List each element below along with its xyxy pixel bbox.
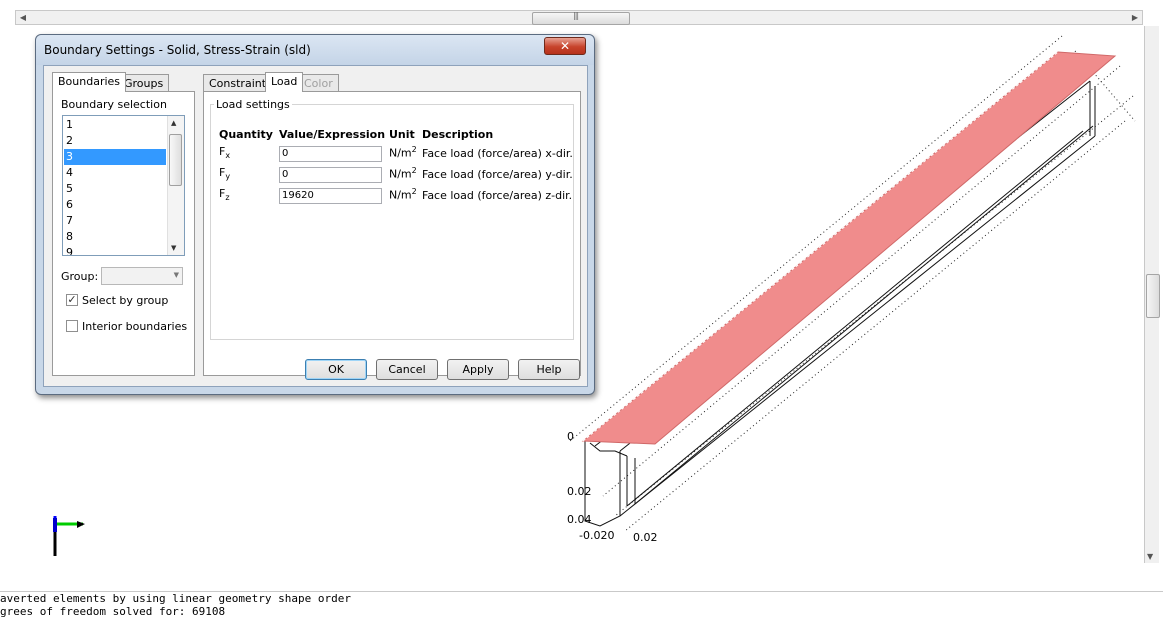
boundary-settings-dialog: Boundary Settings - Solid, Stress-Strain… <box>35 34 595 395</box>
axis-tick-label: 0.04 <box>567 513 592 526</box>
log-line: grees of freedom solved for: 69108 <box>0 605 226 618</box>
list-item[interactable]: 7 <box>64 213 166 229</box>
quantity-fx: Fx <box>219 145 231 161</box>
dialog-title: Boundary Settings - Solid, Stress-Strain… <box>44 43 311 57</box>
list-item-selected[interactable]: 3 <box>64 149 166 165</box>
header-quantity: Quantity <box>219 128 273 141</box>
fz-unit: N/m2 <box>389 187 417 202</box>
fy-value-input[interactable]: 0 <box>279 167 382 183</box>
scroll-down-icon[interactable]: ▼ <box>171 244 176 252</box>
boundary-selection-list[interactable]: 1 2 3 4 5 6 7 8 9 ▲ ▼ <box>62 115 185 256</box>
horizontal-scroll-thumb[interactable] <box>532 11 630 25</box>
header-unit: Unit <box>389 128 415 141</box>
group-label: Group: <box>61 270 99 283</box>
tab-load[interactable]: Load <box>265 72 304 92</box>
scroll-up-icon[interactable]: ▲ <box>171 119 176 127</box>
tab-color: Color <box>298 74 339 92</box>
fx-description: Face load (force/area) x-dir. <box>422 147 573 160</box>
fx-unit: N/m2 <box>389 145 417 160</box>
list-item[interactable]: 4 <box>64 165 166 181</box>
list-scroll-thumb[interactable] <box>169 134 182 186</box>
header-description: Description <box>422 128 494 141</box>
axis-tick-label: 0.02 <box>567 485 592 498</box>
apply-button[interactable]: Apply <box>447 359 509 380</box>
fy-description: Face load (force/area) y-dir. <box>422 168 573 181</box>
close-button[interactable]: ✕ <box>544 37 586 55</box>
boundaries-panel: Boundary selection 1 2 3 4 5 6 7 8 9 ▲ ▼… <box>52 91 195 376</box>
help-button[interactable]: Help <box>518 359 580 380</box>
group-dropdown[interactable]: ▼ <box>101 267 183 285</box>
log-line: averted elements by using linear geometr… <box>0 592 351 605</box>
list-item[interactable]: 8 <box>64 229 166 245</box>
axis-tick-label: -0.020 <box>579 529 615 542</box>
fz-description: Face load (force/area) z-dir. <box>422 189 573 202</box>
fz-value-input[interactable]: 19620 <box>279 188 382 204</box>
header-value: Value/Expression <box>279 128 386 141</box>
fx-value-input[interactable]: 0 <box>279 146 382 162</box>
scroll-down-icon[interactable]: ▼ <box>1147 552 1153 561</box>
ok-button[interactable]: OK <box>305 359 367 380</box>
cancel-button[interactable]: Cancel <box>376 359 438 380</box>
scroll-left-icon[interactable]: ◀ <box>16 11 30 24</box>
tab-boundaries[interactable]: Boundaries <box>52 72 127 92</box>
list-item[interactable]: 2 <box>64 133 166 149</box>
horizontal-scrollbar[interactable]: ◀ ▶ <box>15 10 1143 25</box>
list-item[interactable]: 6 <box>64 197 166 213</box>
log-panel: averted elements by using linear geometr… <box>0 591 1163 620</box>
axis-triad-icon <box>53 516 85 556</box>
dialog-body: Boundaries Groups Boundary selection 1 2… <box>43 65 588 387</box>
chevron-down-icon: ▼ <box>173 271 179 279</box>
list-scrollbar[interactable]: ▲ ▼ <box>167 116 184 255</box>
select-by-group-checkbox[interactable]: ✓ <box>66 294 78 306</box>
quantity-fy: Fy <box>219 166 231 182</box>
boundary-selection-label: Boundary selection <box>61 98 167 111</box>
tab-constraint[interactable]: Constraint <box>203 74 273 92</box>
list-item[interactable]: 1 <box>64 117 166 133</box>
close-icon: ✕ <box>559 39 571 53</box>
interior-boundaries-label: Interior boundaries <box>82 320 188 333</box>
interior-boundaries-checkbox[interactable] <box>66 320 78 332</box>
load-settings-label: Load settings <box>214 98 292 111</box>
select-by-group-label: Select by group <box>82 294 169 307</box>
list-item[interactable]: 5 <box>64 181 166 197</box>
fy-unit: N/m2 <box>389 166 417 181</box>
axis-tick-label: 0.02 <box>633 531 658 544</box>
vertical-scroll-thumb[interactable] <box>1146 274 1160 318</box>
quantity-fz: Fz <box>219 187 230 203</box>
scroll-right-icon[interactable]: ▶ <box>1128 11 1142 24</box>
vertical-scrollbar[interactable]: ▼ <box>1144 26 1160 563</box>
dialog-titlebar[interactable]: Boundary Settings - Solid, Stress-Strain… <box>36 35 594 65</box>
load-panel: Load settings Quantity Value/Expression … <box>203 91 581 376</box>
axis-tick-label: 0 <box>567 430 574 443</box>
list-item[interactable]: 9 <box>64 245 166 255</box>
